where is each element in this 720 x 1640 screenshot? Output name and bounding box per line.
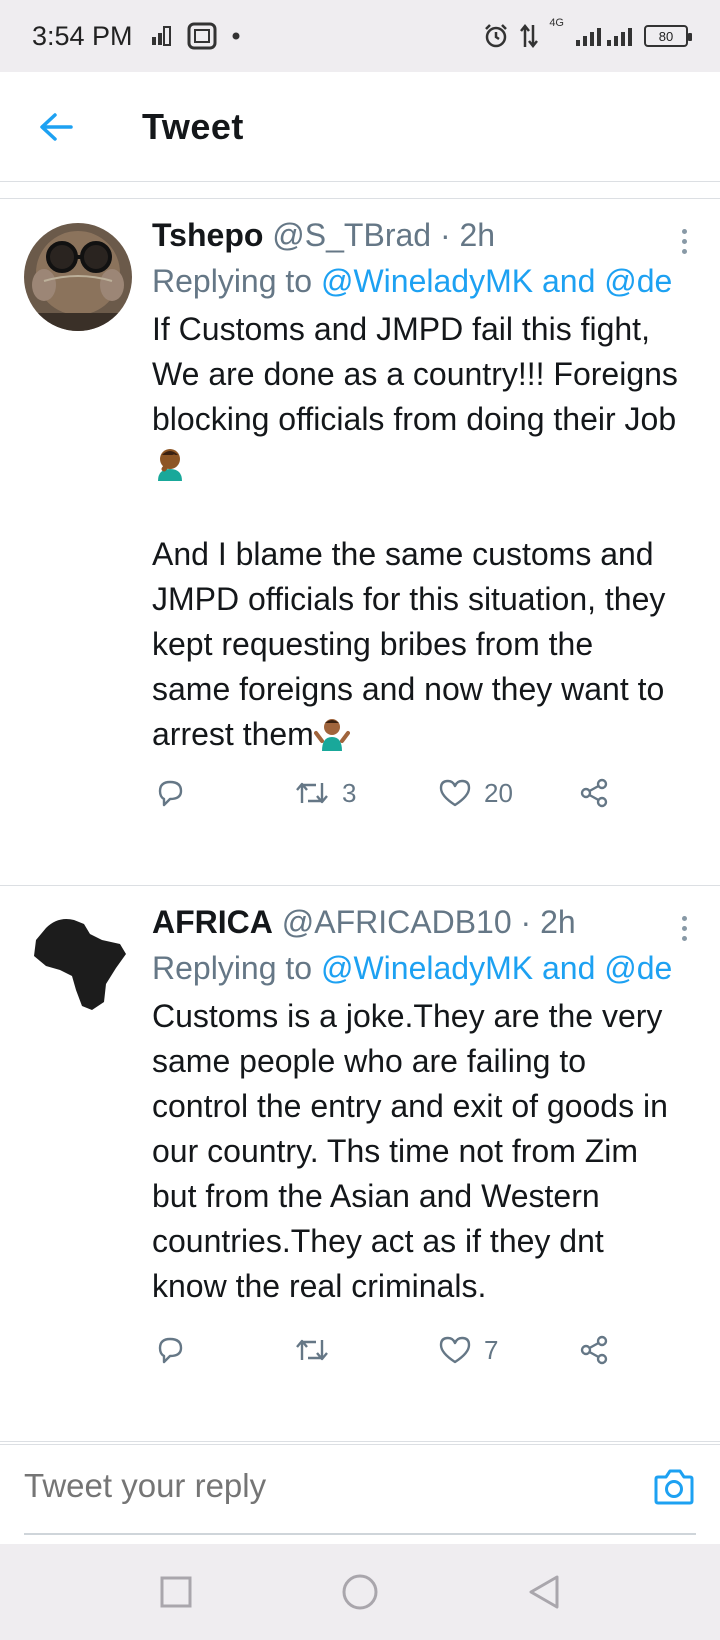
tweet-item[interactable]: Tshepo @S_TBrad · 2h Replying to @Winela… bbox=[0, 199, 720, 886]
recents-icon bbox=[160, 1576, 192, 1608]
back-button[interactable] bbox=[26, 97, 86, 157]
home-icon bbox=[342, 1574, 378, 1610]
reply-input[interactable] bbox=[24, 1467, 584, 1505]
share-icon bbox=[580, 1335, 608, 1365]
replying-to: Replying to @WineladyMK and @de bbox=[152, 946, 680, 990]
replying-to-link[interactable]: @WineladyMK and @de bbox=[321, 263, 672, 299]
avatar-image bbox=[24, 910, 132, 1018]
notification-dot-icon bbox=[232, 32, 240, 40]
like-icon bbox=[439, 1336, 471, 1364]
camera-button[interactable] bbox=[652, 1465, 696, 1509]
reply-button[interactable] bbox=[154, 777, 186, 809]
retweet-icon bbox=[296, 1339, 328, 1361]
timestamp: 2h bbox=[459, 217, 496, 253]
avatar[interactable] bbox=[24, 910, 132, 1018]
tweet-header: AFRICA @AFRICADB10 · 2h bbox=[152, 900, 680, 944]
avatar[interactable] bbox=[24, 223, 132, 331]
status-bar: 3:54 PM 4G 80 bbox=[0, 0, 720, 72]
gallery-notification-icon bbox=[187, 22, 217, 50]
system-nav-bar bbox=[0, 1544, 720, 1640]
top-app-bar: Tweet bbox=[0, 72, 720, 182]
replying-to-link[interactable]: @WineladyMK and @de bbox=[321, 950, 672, 986]
like-button[interactable]: 20 bbox=[438, 777, 513, 809]
more-options-button[interactable] bbox=[674, 908, 694, 948]
network-speed-icon bbox=[151, 26, 171, 46]
reply-input-underline bbox=[24, 1533, 696, 1535]
tweet-header: Tshepo @S_TBrad · 2h bbox=[152, 213, 680, 257]
facepalm-emoji-icon bbox=[158, 449, 182, 481]
timestamp: 2h bbox=[540, 904, 576, 940]
reply-icon bbox=[158, 1337, 183, 1364]
retweet-count: 3 bbox=[342, 777, 357, 808]
tweet-text-part: And I blame the same customs and JMPD of… bbox=[152, 536, 666, 752]
data-transfer-icon bbox=[520, 23, 539, 49]
separator: · bbox=[439, 217, 451, 253]
reply-button[interactable] bbox=[154, 1334, 186, 1366]
like-count: 7 bbox=[484, 1334, 499, 1365]
reply-composer bbox=[0, 1444, 720, 1544]
like-button[interactable]: 7 bbox=[438, 1334, 498, 1366]
home-button[interactable] bbox=[338, 1570, 382, 1614]
back-nav-button[interactable] bbox=[522, 1570, 566, 1614]
page-title: Tweet bbox=[142, 105, 244, 147]
avatar-image bbox=[24, 223, 132, 331]
battery-level: 80 bbox=[658, 28, 674, 44]
recents-button[interactable] bbox=[154, 1570, 198, 1614]
replying-prefix: Replying to bbox=[152, 950, 321, 986]
alarm-icon bbox=[485, 24, 508, 48]
tweet-text-part: If Customs and JMPD fail this fight, We … bbox=[152, 311, 687, 437]
battery-icon: 80 bbox=[644, 25, 692, 47]
separator: · bbox=[520, 904, 532, 940]
more-options-button[interactable] bbox=[674, 221, 694, 261]
tweet-text: Customs is a joke.They are the very same… bbox=[152, 998, 677, 1304]
shrug-emoji-icon bbox=[313, 719, 350, 751]
replying-to: Replying to @WineladyMK and @de bbox=[152, 259, 680, 303]
like-count: 20 bbox=[484, 777, 513, 808]
retweet-button[interactable] bbox=[294, 1334, 342, 1366]
like-icon bbox=[439, 779, 471, 807]
author-name[interactable]: AFRICA bbox=[152, 904, 273, 940]
author-handle[interactable]: @S_TBrad bbox=[272, 217, 431, 253]
tweet-text: If Customs and JMPD fail this fight, We … bbox=[152, 307, 680, 757]
reply-icon bbox=[158, 780, 183, 807]
tweet-item[interactable]: AFRICA @AFRICADB10 · 2h Replying to @Win… bbox=[0, 886, 720, 1442]
signal-icon bbox=[576, 28, 632, 46]
back-nav-icon bbox=[529, 1575, 559, 1609]
network-type-label: 4G bbox=[549, 17, 564, 29]
status-right: 4G 80 bbox=[483, 17, 692, 49]
back-arrow-icon bbox=[40, 112, 73, 141]
retweet-icon bbox=[296, 782, 328, 804]
replying-prefix: Replying to bbox=[152, 263, 321, 299]
status-left-icons bbox=[151, 22, 241, 50]
share-icon bbox=[580, 778, 608, 808]
retweet-button[interactable]: 3 bbox=[294, 777, 356, 809]
share-button[interactable] bbox=[578, 1334, 610, 1366]
author-handle[interactable]: @AFRICADB10 bbox=[282, 904, 512, 940]
camera-icon bbox=[654, 1469, 694, 1505]
status-time: 3:54 PM bbox=[32, 20, 133, 51]
share-button[interactable] bbox=[578, 777, 610, 809]
author-name[interactable]: Tshepo bbox=[152, 217, 263, 253]
